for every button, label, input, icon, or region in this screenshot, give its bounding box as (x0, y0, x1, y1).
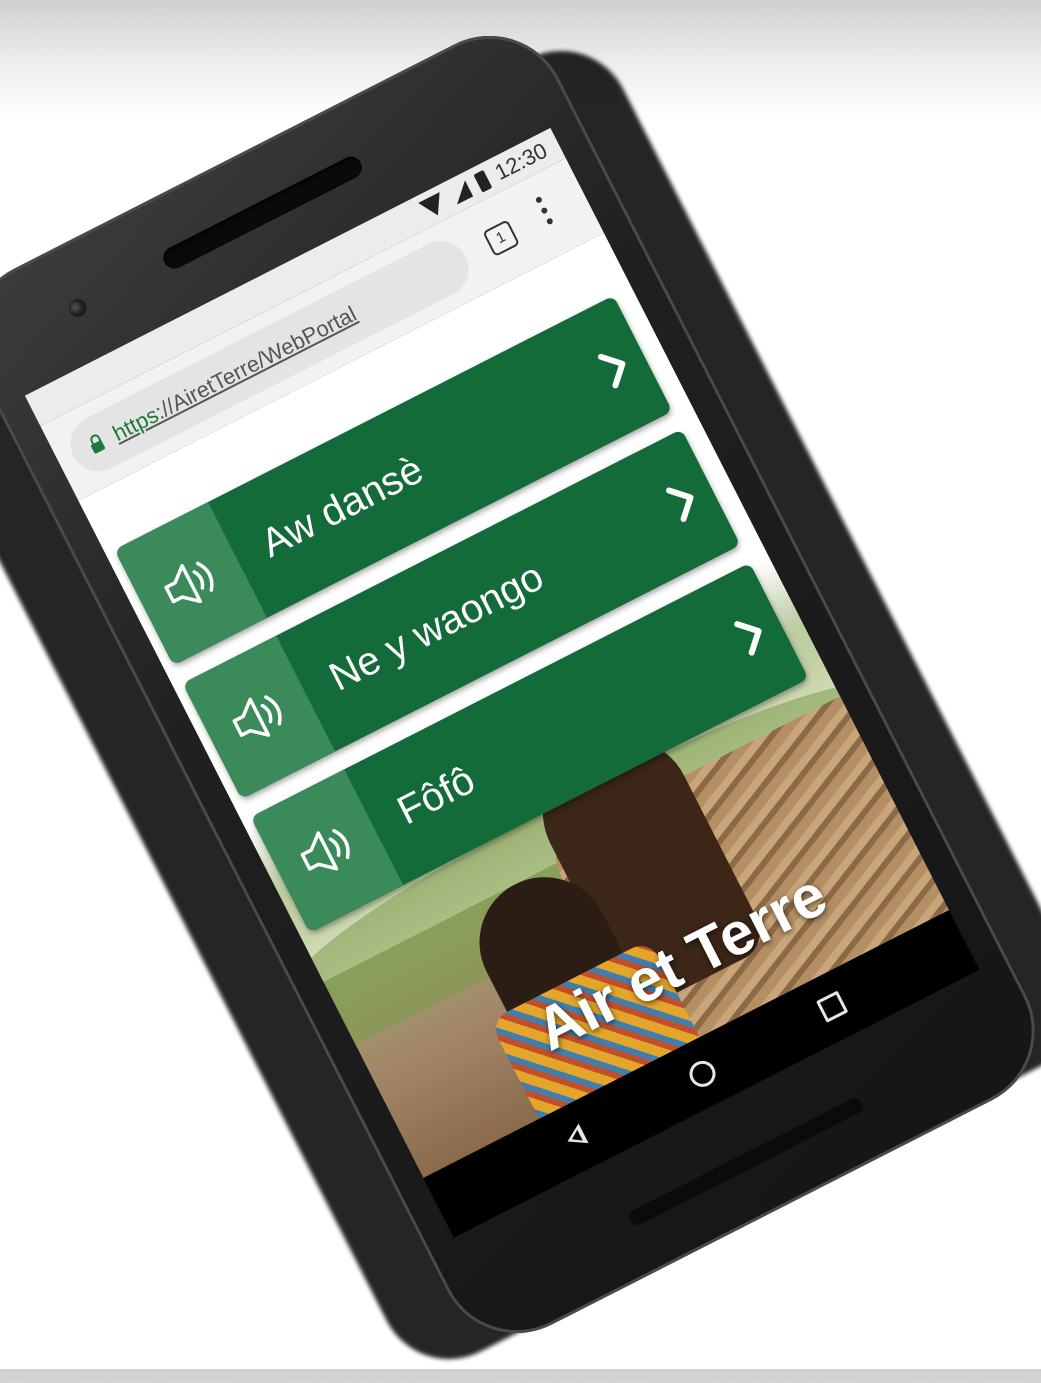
more-vert-icon[interactable] (533, 195, 560, 235)
lock-icon (90, 439, 106, 455)
speaker-icon (300, 829, 350, 871)
signal-icon (448, 180, 474, 205)
nav-home-icon[interactable] (685, 1056, 720, 1092)
speaker-icon (163, 561, 214, 604)
speaker-icon (232, 695, 282, 738)
phone-screen: 12:30 https://AiretTerre/WebPortal 1 Aw … (24, 127, 980, 1238)
nav-recents-icon[interactable] (816, 990, 849, 1023)
front-camera (65, 295, 90, 321)
audio-button[interactable] (182, 635, 336, 800)
audio-button[interactable] (114, 502, 268, 666)
wifi-icon (418, 192, 449, 221)
battery-icon (473, 169, 493, 193)
tab-switcher-button[interactable]: 1 (482, 219, 521, 258)
